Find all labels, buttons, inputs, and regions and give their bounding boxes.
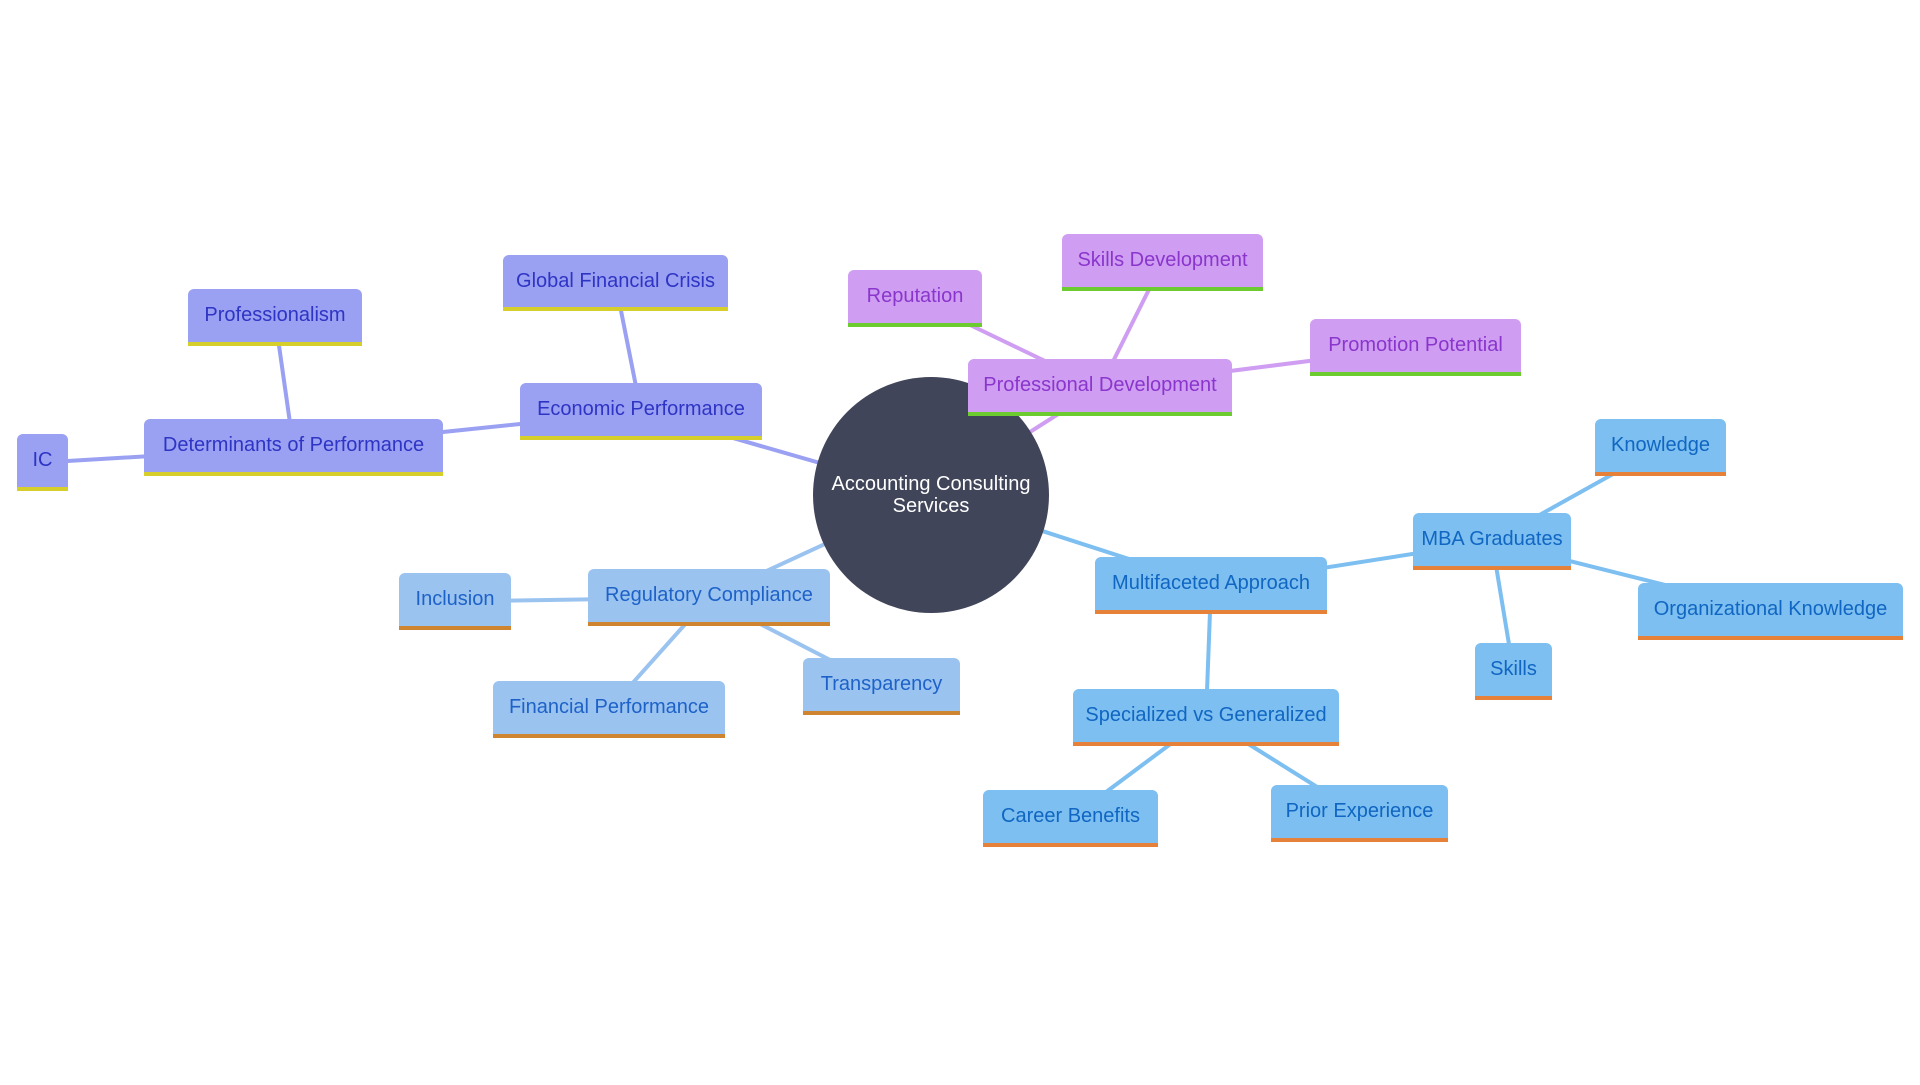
node-label: Determinants of Performance <box>162 434 425 456</box>
node-label: Prior Experience <box>1285 800 1434 822</box>
node-organizational-knowledge[interactable]: Organizational Knowledge <box>1638 583 1903 640</box>
node-prior-experience[interactable]: Prior Experience <box>1271 785 1448 842</box>
node-underline <box>1095 610 1327 614</box>
node-label: Regulatory Compliance <box>605 584 813 606</box>
node-underline <box>1475 696 1552 700</box>
node-underline <box>144 472 443 476</box>
node-skills-development[interactable]: Skills Development <box>1062 234 1263 291</box>
node-underline <box>1271 838 1448 842</box>
node-label: Professionalism <box>204 304 346 326</box>
node-financial-performance[interactable]: Financial Performance <box>493 681 725 738</box>
node-underline <box>188 342 362 346</box>
node-specialized-vs-generalized[interactable]: Specialized vs Generalized <box>1073 689 1339 746</box>
node-underline <box>399 626 511 630</box>
node-underline <box>983 843 1158 847</box>
node-label: Reputation <box>866 285 964 307</box>
node-underline <box>588 622 830 626</box>
node-label: Knowledge <box>1611 434 1710 456</box>
node-underline <box>520 436 762 440</box>
node-mba-graduates[interactable]: MBA Graduates <box>1413 513 1571 570</box>
mindmap-canvas: Accounting Consulting Services Economic … <box>0 0 1920 1080</box>
node-label: Financial Performance <box>508 696 710 718</box>
node-regulatory-compliance[interactable]: Regulatory Compliance <box>588 569 830 626</box>
node-transparency[interactable]: Transparency <box>803 658 960 715</box>
node-label: Economic Performance <box>537 398 745 420</box>
node-underline <box>1062 287 1263 291</box>
node-label: Global Financial Crisis <box>516 269 715 292</box>
node-multifaceted-approach[interactable]: Multifaceted Approach <box>1095 557 1327 614</box>
node-underline <box>1638 636 1903 640</box>
node-underline <box>493 734 725 738</box>
node-reputation[interactable]: Reputation <box>848 270 982 327</box>
node-underline <box>17 487 68 491</box>
node-underline <box>1595 472 1726 476</box>
root-node-label: Accounting Consulting Services <box>831 473 1031 517</box>
node-underline <box>968 412 1232 416</box>
node-ic[interactable]: IC <box>17 434 68 491</box>
node-label: Professional Development <box>983 374 1217 396</box>
node-underline <box>503 307 728 311</box>
node-label: MBA Graduates <box>1421 528 1563 550</box>
node-label: Promotion Potential <box>1328 334 1503 356</box>
node-economic-performance[interactable]: Economic Performance <box>520 383 762 440</box>
node-underline <box>848 323 982 327</box>
node-label: Organizational Knowledge <box>1653 598 1888 620</box>
node-underline <box>803 711 960 715</box>
node-inclusion[interactable]: Inclusion <box>399 573 511 630</box>
node-skills[interactable]: Skills <box>1475 643 1552 700</box>
node-label: Skills Development <box>1077 249 1248 271</box>
node-label: Career Benefits <box>1001 805 1140 827</box>
node-label: Skills <box>1490 658 1537 680</box>
node-underline <box>1310 372 1521 376</box>
node-underline <box>1073 742 1339 746</box>
node-professionalism[interactable]: Professionalism <box>188 289 362 346</box>
node-label: Transparency <box>820 673 943 695</box>
node-underline <box>1413 566 1571 570</box>
node-career-benefits[interactable]: Career Benefits <box>983 790 1158 847</box>
node-label: Multifaceted Approach <box>1112 572 1310 594</box>
node-promotion-potential[interactable]: Promotion Potential <box>1310 319 1521 376</box>
node-professional-development[interactable]: Professional Development <box>968 359 1232 416</box>
node-label: Inclusion <box>415 588 495 610</box>
node-label: IC <box>32 449 53 471</box>
node-global-financial-crisis[interactable]: Global Financial Crisis <box>503 255 728 311</box>
node-determinants-of-performance[interactable]: Determinants of Performance <box>144 419 443 476</box>
node-knowledge[interactable]: Knowledge <box>1595 419 1726 476</box>
node-label: Specialized vs Generalized <box>1085 704 1327 726</box>
